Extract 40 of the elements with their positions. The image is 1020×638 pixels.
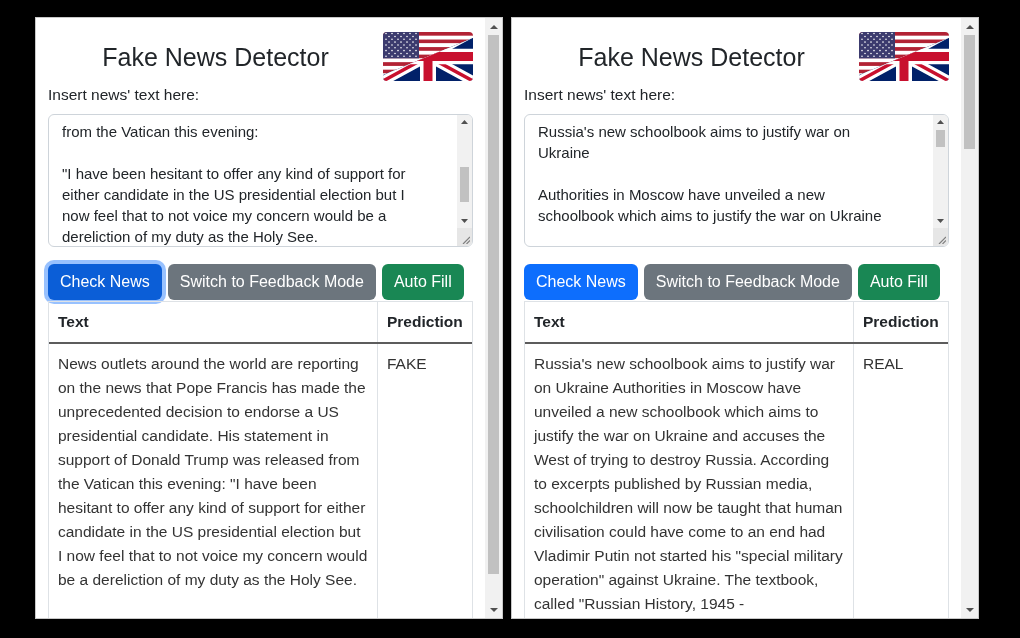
column-header: Text bbox=[49, 302, 378, 342]
app-title: Fake News Detector bbox=[101, 41, 330, 73]
resize-grip-icon[interactable] bbox=[462, 236, 470, 244]
auto-fill-button[interactable]: Auto Fill bbox=[381, 264, 464, 300]
resize-grip-icon[interactable] bbox=[938, 236, 946, 244]
check-news-button[interactable]: Check News bbox=[48, 264, 162, 300]
caret-up-icon[interactable] bbox=[489, 24, 498, 29]
scrollbar[interactable] bbox=[485, 18, 502, 618]
field-label: Insert news' text here: bbox=[48, 85, 200, 105]
table-cell-text: REAL bbox=[862, 354, 905, 374]
feedback-mode-button[interactable]: Switch to Feedback Mode bbox=[643, 264, 852, 300]
scrollbar[interactable] bbox=[933, 115, 948, 246]
caret-up-icon[interactable] bbox=[937, 120, 944, 124]
column-header: Prediction bbox=[386, 312, 464, 333]
field-label: Insert news' text here: bbox=[524, 85, 676, 105]
scrollbar-thumb[interactable] bbox=[460, 167, 469, 202]
column-header: Prediction bbox=[862, 312, 940, 333]
table-cell-text: FAKE bbox=[386, 354, 428, 374]
scrollbar[interactable] bbox=[457, 115, 472, 246]
caret-down-icon[interactable] bbox=[965, 607, 974, 612]
caret-down-icon[interactable] bbox=[489, 607, 498, 612]
scrollbar-thumb[interactable] bbox=[964, 35, 975, 149]
caret-up-icon[interactable] bbox=[461, 120, 468, 124]
news-text-field[interactable]: Russia's new schoolbook aims to justify war on Ukraine Authorities in Moscow have unveiled a new schoolbook which aims to justify the war on Ukraine bbox=[524, 114, 949, 247]
caret-down-icon[interactable] bbox=[937, 219, 944, 223]
flag-icon bbox=[383, 32, 473, 81]
caret-down-icon[interactable] bbox=[461, 219, 468, 223]
scrollbar[interactable] bbox=[961, 18, 978, 618]
column-header: Text bbox=[525, 302, 854, 342]
flag-icon bbox=[859, 32, 949, 81]
scrollbar-thumb[interactable] bbox=[488, 35, 499, 574]
news-text-field[interactable]: from the Vatican this evening: "I have been hesitant to offer any kind of support for either candidate in the US presidential election but I now feel that to not voice my concern would be a dereliction of my duty as the Holy See. bbox=[48, 114, 473, 247]
auto-fill-button[interactable]: Auto Fill bbox=[857, 264, 940, 300]
table-cell: Russia's new schoolbook aims to justify war on Ukraine Authorities in Moscow have unveiled a new schoolbook which aims to justify the war on Ukraine and accuses the West of trying to destroy Russia. According to excerpts published by Russian media, schoolchildren will now be taught that human civilisation could have come to an end had Vladimir Putin not started his "special military operation" against Ukraine. The textbook, called "Russian History, 1945 - bbox=[525, 344, 854, 618]
feedback-mode-button[interactable]: Switch to Feedback Mode bbox=[167, 264, 376, 300]
table-cell: News outlets around the world are reporting on the news that Pope Francis has made the unprecedented decision to endorse a US presidential candidate. His statement in support of Donald Trump was released from the Vatican this evening: "I have been hesitant to offer any kind of support for either candidate in the US presidential election but I now feel that to not voice my concern would be a dereliction of my duty as the Holy See. bbox=[49, 344, 378, 618]
scrollbar-thumb[interactable] bbox=[936, 130, 945, 147]
caret-up-icon[interactable] bbox=[965, 24, 974, 29]
app-title: Fake News Detector bbox=[577, 41, 806, 73]
check-news-button[interactable]: Check News bbox=[524, 264, 638, 300]
